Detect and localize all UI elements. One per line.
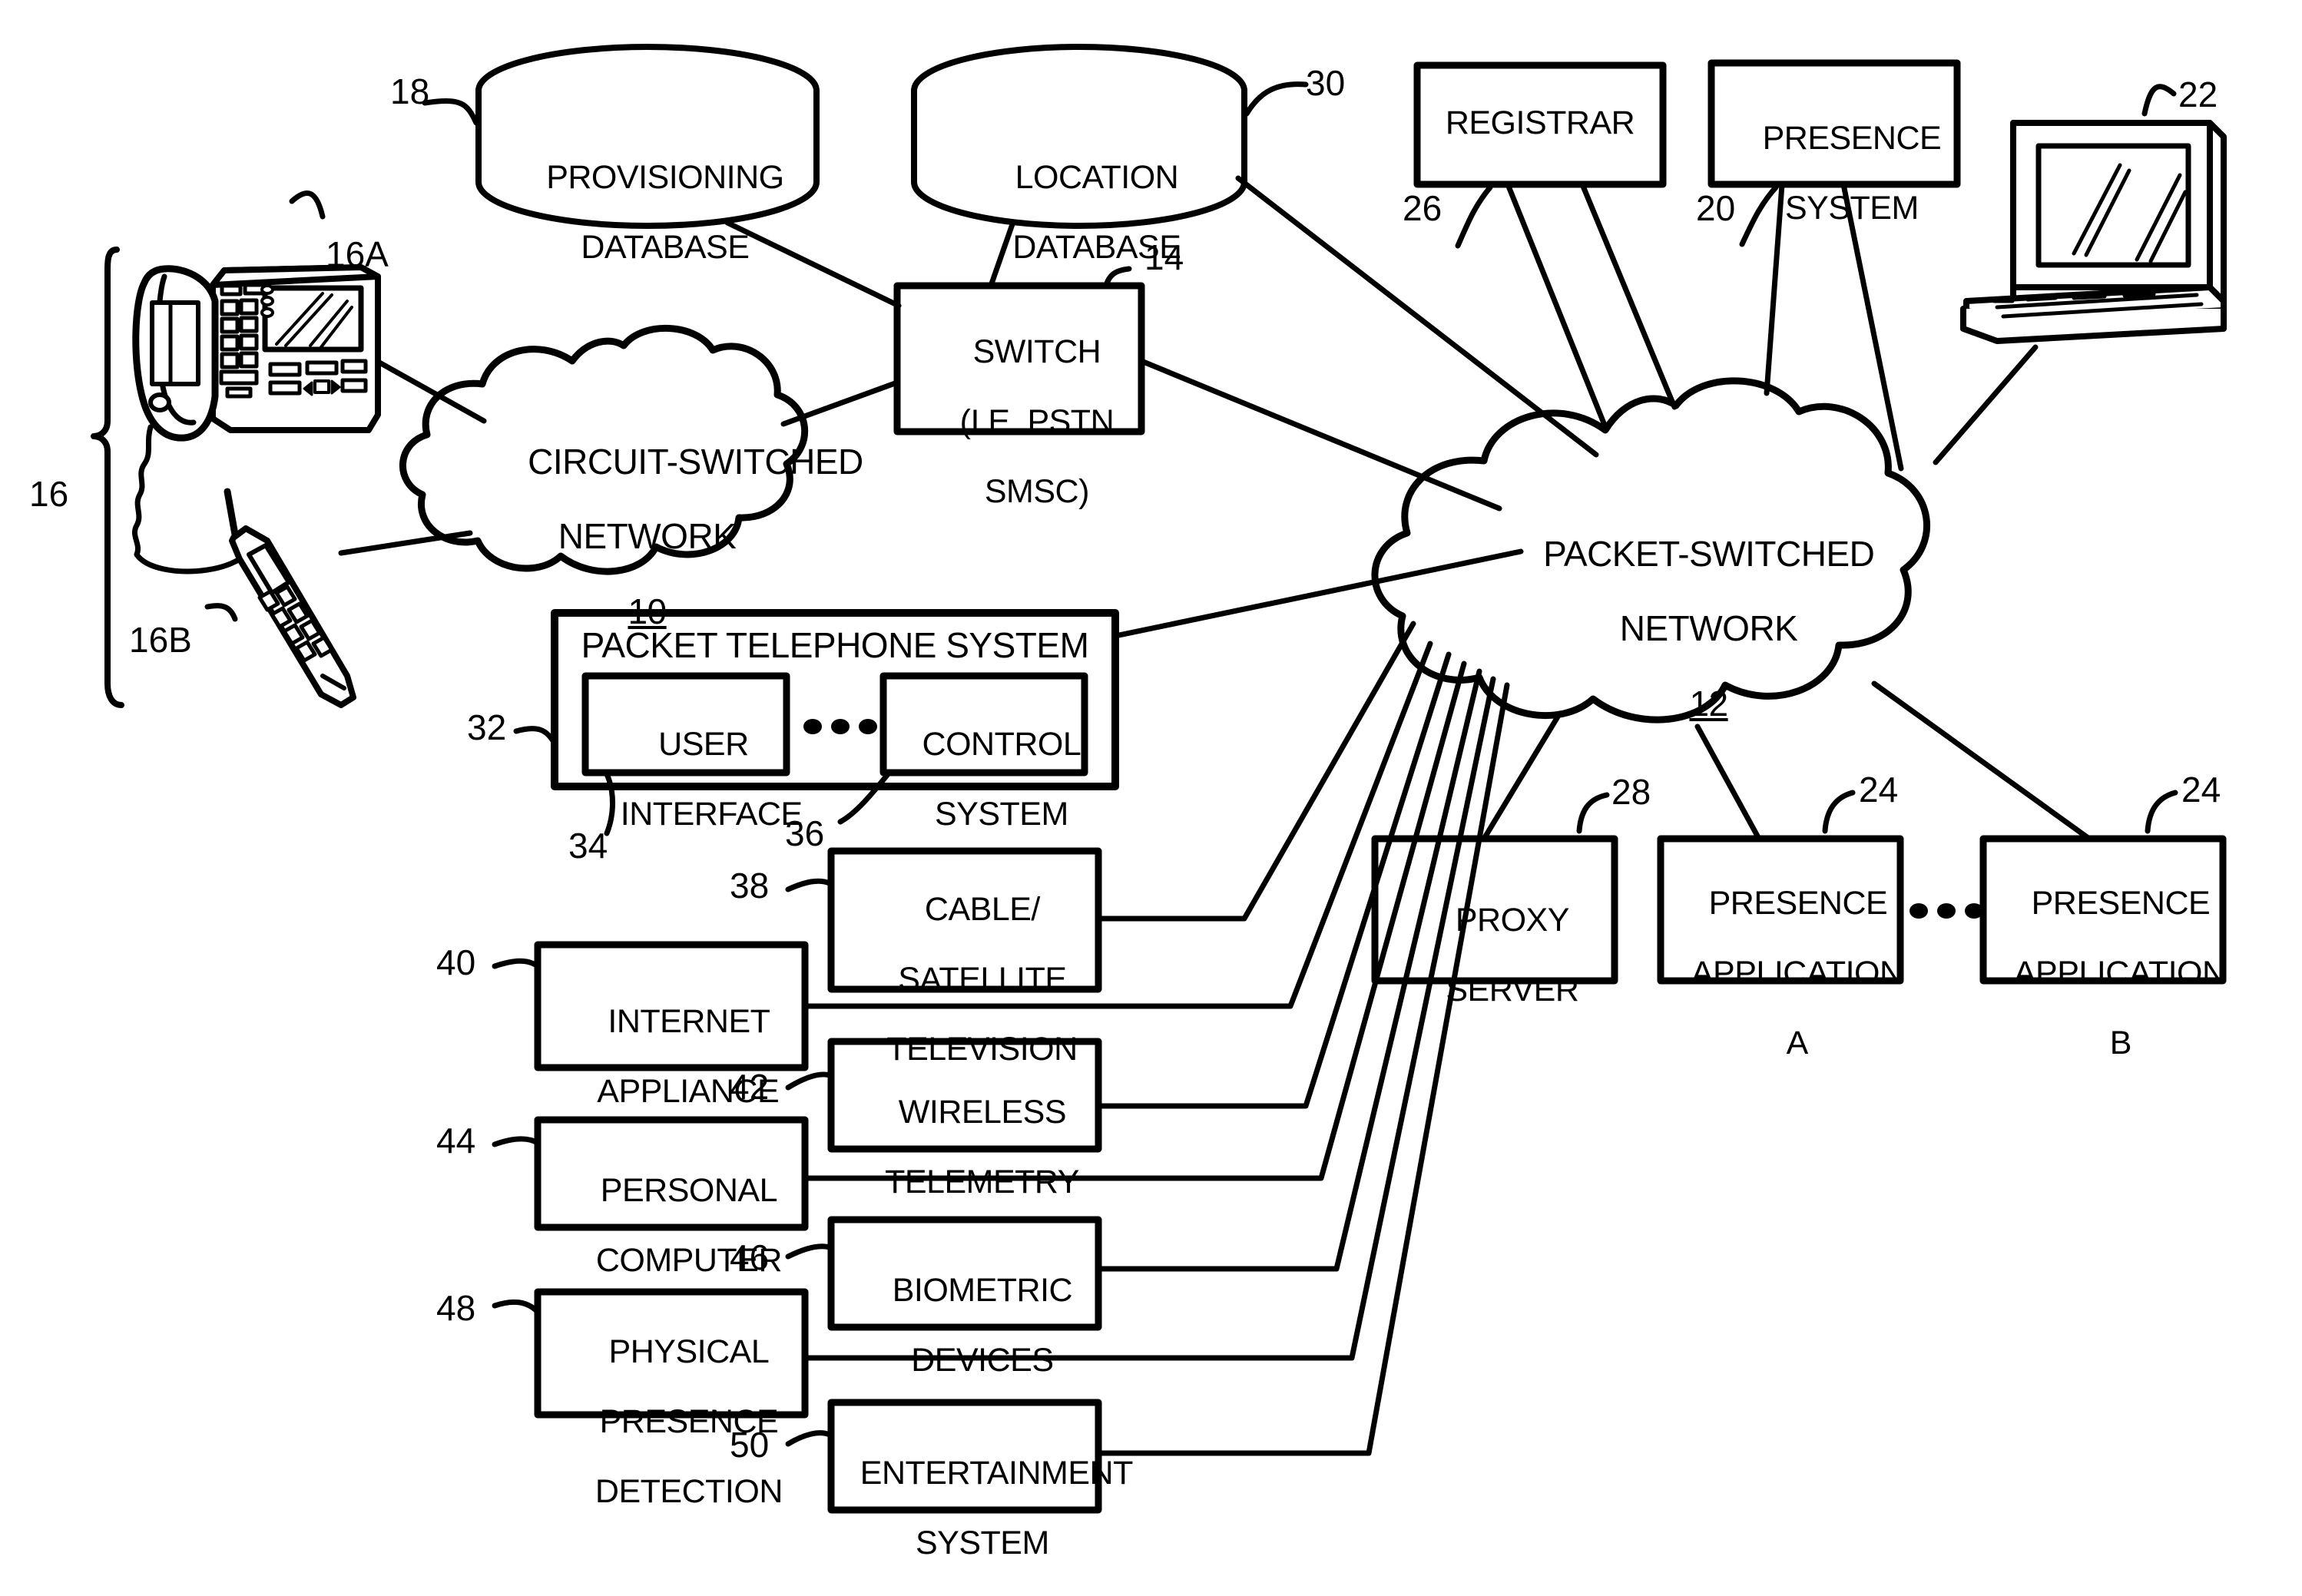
ref-24-b: 24 [2181,770,2221,810]
wireless-telemetry-box [827,1038,1102,1153]
laptop-illustration [1960,120,2227,344]
leader-48 [492,1299,541,1315]
leader-28 [1576,792,1610,834]
leader-22 [2141,84,2177,117]
internet-appliance-box [534,941,809,1071]
ref-16: 16 [29,474,69,514]
ref-16A: 16A [326,234,389,274]
leader-38 [785,878,833,892]
desk-phone-illustration [131,264,381,574]
diagram-linework [91,44,2227,1514]
inner-ellipsis-dots [803,719,877,734]
ref-14: 14 [1144,237,1184,277]
location-database-shape [911,44,1247,229]
leader-46 [785,1243,833,1260]
leader-40 [492,958,541,969]
ref-24-a: 24 [1859,770,1899,810]
leader-16A [289,190,326,220]
ref-18: 18 [390,71,430,111]
control-system-box [879,672,1088,776]
biometric-devices-box [827,1216,1102,1331]
switch-box [893,282,1145,435]
ref-32: 32 [467,707,507,747]
provisioning-database-shape [475,44,820,229]
leader-24a [1822,790,1856,834]
mobile-phone-illustration [224,488,356,708]
ref-30: 30 [1306,63,1346,103]
leader-24b [2145,790,2178,834]
personal-computer-box [534,1116,809,1231]
ref-44: 44 [436,1121,476,1161]
ref-36: 36 [785,813,825,853]
ref-42: 42 [730,1067,770,1107]
ref-22: 22 [2178,75,2218,114]
cable-satellite-box [827,847,1102,993]
presence-application-a-box [1657,835,1904,985]
presence-application-b-box [1979,835,2227,985]
ref-28: 28 [1611,772,1651,812]
leader-50 [785,1430,833,1447]
leader-30 [1244,81,1309,117]
packet-switched-network-cloud [1371,377,1931,723]
leader-20 [1739,184,1779,247]
ref-46: 46 [730,1237,770,1277]
registrar-box [1413,61,1667,188]
ref-20: 20 [1696,188,1736,228]
entertainment-system-box [827,1399,1102,1514]
leader-42 [785,1071,833,1091]
user-interface-box [581,672,790,776]
leader-18 [422,98,479,126]
leader-34 [604,771,615,836]
leader-26 [1455,184,1493,249]
ref-40: 40 [436,942,476,982]
ref-34: 34 [568,826,608,866]
ref-38: 38 [730,866,770,906]
physical-presence-box [534,1288,809,1419]
outer-ellipsis-dots [1910,903,1983,919]
ref-50: 50 [730,1425,770,1465]
leader-44 [492,1136,541,1147]
ref-48: 48 [436,1288,476,1328]
presence-system-box [1707,59,1961,188]
leader-16B [204,603,238,622]
patent-figure: PROVISIONING DATABASE 18 LOCATION DATABA… [0,0,2302,1561]
leader-32 [513,726,558,747]
ref-26: 26 [1403,188,1442,228]
ref-16B: 16B [129,620,192,660]
device-group-brace [91,247,124,708]
